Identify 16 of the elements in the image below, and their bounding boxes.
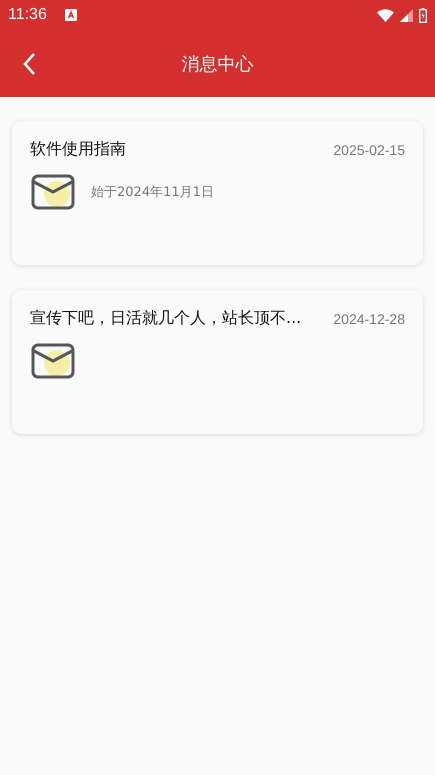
message-title: 软件使用指南 [30,139,126,160]
envelope-icon [31,343,75,379]
message-date: 2025-02-15 [333,142,405,158]
page-title: 消息中心 [182,52,254,76]
message-date: 2024-12-28 [333,310,405,326]
envelope-icon [31,174,75,210]
signal-icon [400,8,413,22]
wifi-icon [377,8,394,22]
message-subtitle: 始于2024年11月1日 [91,184,214,201]
status-time: 11:36 [8,6,47,24]
notification-icon [64,9,77,21]
message-card[interactable]: 宣传下吧，日活就几个人，站长顶不... 2024-12-28 [12,290,423,434]
battery-icon [419,8,427,22]
message-card[interactable]: 软件使用指南 2025-02-15 始于2024年11月1日 [12,121,423,265]
message-title: 宣传下吧，日活就几个人，站长顶不... [30,308,302,329]
back-icon [22,52,36,76]
